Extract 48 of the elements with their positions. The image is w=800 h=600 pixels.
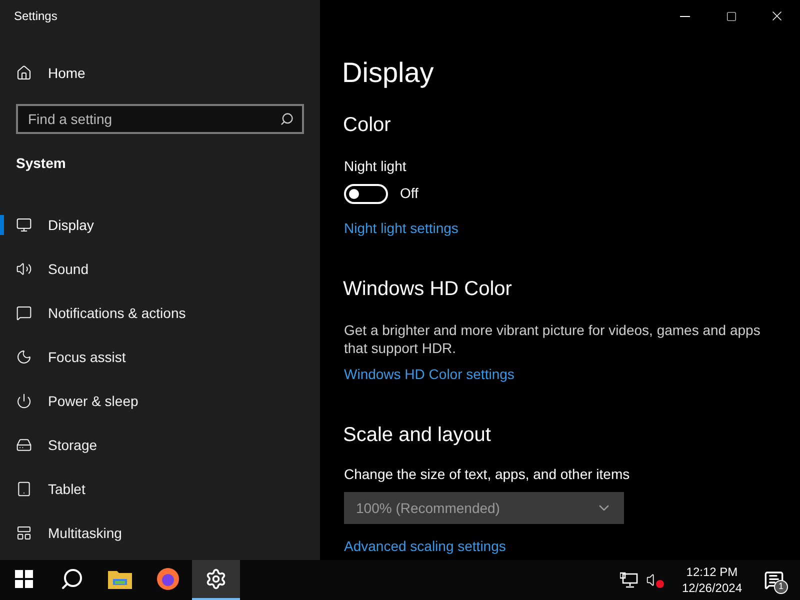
gear-icon <box>205 568 227 590</box>
nav-item[interactable]: Focus assist <box>0 335 320 379</box>
home-link[interactable]: Home <box>0 49 320 97</box>
nav-item[interactable]: Tablet <box>0 467 320 511</box>
tablet-icon <box>16 481 32 497</box>
search-icon <box>60 567 84 591</box>
setting-label: Night light <box>344 157 406 176</box>
page-title: Display <box>342 56 434 90</box>
window-layout-icon <box>16 525 32 541</box>
nav-item[interactable]: Power & sleep <box>0 379 320 423</box>
search-icon <box>280 112 294 126</box>
monitor-icon <box>16 217 32 233</box>
folder-icon <box>108 569 132 589</box>
clock-date: 12/26/2024 <box>682 580 742 596</box>
network-icon <box>620 572 638 588</box>
drive-icon <box>16 437 32 453</box>
window-title: Settings <box>14 8 58 25</box>
restore-icon <box>726 10 736 22</box>
scale-dropdown[interactable]: 100% (Recommended) <box>344 492 624 524</box>
nav-item[interactable]: Sound <box>0 247 320 291</box>
setting-label: Change the size of text, apps, and other items <box>344 465 630 484</box>
night-light-settings-link[interactable]: Night light settings <box>344 218 458 239</box>
search-field[interactable]: Find a setting <box>16 104 304 134</box>
section-heading: Color <box>343 113 391 138</box>
toggle-state: Off <box>400 184 418 203</box>
speech-bubble-icon <box>16 305 32 321</box>
advanced-scaling-link[interactable]: Advanced scaling settings <box>344 536 506 557</box>
taskbar-button[interactable] <box>192 560 240 600</box>
speaker-icon <box>16 261 32 277</box>
windows-logo-icon <box>15 570 33 588</box>
section-heading: System <box>16 154 66 173</box>
nav-item[interactable]: Notifications & actions <box>0 291 320 335</box>
power-icon <box>16 393 32 409</box>
nav-item[interactable]: Display <box>0 203 320 247</box>
moon-icon <box>16 349 32 365</box>
section-heading: Scale and layout <box>343 423 491 448</box>
section-heading: Windows HD Color <box>343 277 512 302</box>
nav-item[interactable]: Storage <box>0 423 320 467</box>
muted-speaker-icon <box>646 572 664 588</box>
notification-center-icon <box>764 570 784 590</box>
home-icon <box>16 65 32 81</box>
clock-time: 12:12 PM <box>686 564 738 580</box>
toggle-switch[interactable] <box>344 184 388 204</box>
browser-globe-icon <box>156 567 180 591</box>
notification-count: 1 <box>774 580 788 594</box>
hd-color-settings-link[interactable]: Windows HD Color settings <box>344 364 514 385</box>
nav-item[interactable]: Multitasking <box>0 511 320 555</box>
section-description: Get a brighter and more vibrant picture for videos, games and apps that support HDR. <box>344 321 762 357</box>
